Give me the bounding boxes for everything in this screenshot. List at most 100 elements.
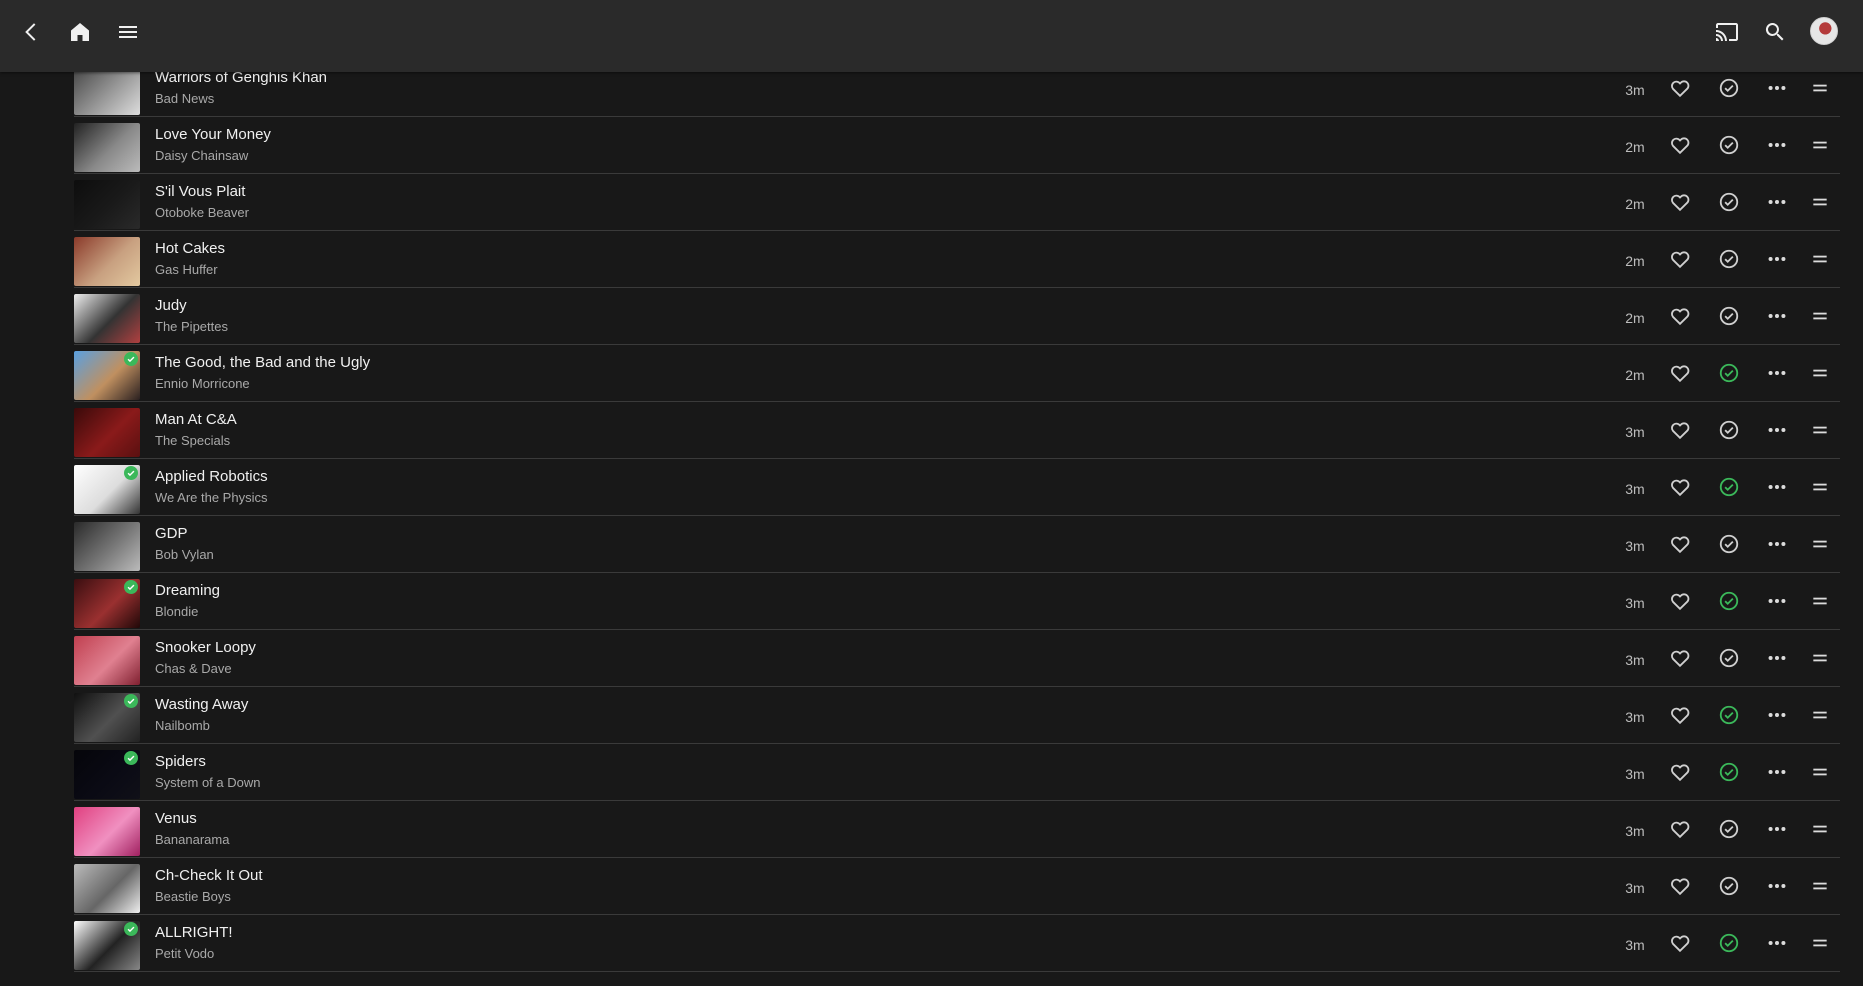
track-row[interactable]: Ch-Check It Out Beastie Boys 3m: [74, 858, 1840, 915]
track-row[interactable]: Spiders System of a Down 3m: [74, 744, 1840, 801]
home-icon[interactable]: [62, 14, 98, 50]
track-artist[interactable]: Chas & Dave: [155, 661, 232, 676]
more-options-icon[interactable]: [1765, 703, 1789, 727]
track-artist[interactable]: The Specials: [155, 433, 230, 448]
more-options-icon[interactable]: [1765, 760, 1789, 784]
favorite-heart-icon[interactable]: [1668, 817, 1692, 841]
mark-played-check-circle-icon[interactable]: [1717, 418, 1741, 442]
favorite-heart-icon[interactable]: [1668, 190, 1692, 214]
favorite-heart-icon[interactable]: [1668, 589, 1692, 613]
track-thumbnail[interactable]: [74, 750, 140, 799]
track-artist[interactable]: Beastie Boys: [155, 889, 231, 904]
more-options-icon[interactable]: [1765, 418, 1789, 442]
track-artist[interactable]: Ennio Morricone: [155, 376, 250, 391]
track-title[interactable]: Wasting Away: [155, 696, 248, 713]
track-title[interactable]: The Good, the Bad and the Ugly: [155, 354, 370, 371]
favorite-heart-icon[interactable]: [1668, 760, 1692, 784]
track-title[interactable]: S'il Vous Plait: [155, 183, 245, 200]
mark-played-check-circle-icon[interactable]: [1717, 76, 1741, 100]
cast-icon[interactable]: [1709, 14, 1745, 50]
drag-handle-icon[interactable]: [1808, 304, 1832, 328]
played-check-circle-icon[interactable]: [1717, 931, 1741, 955]
track-title[interactable]: Judy: [155, 297, 187, 314]
track-row[interactable]: Dreaming Blondie 3m: [74, 573, 1840, 630]
track-thumbnail[interactable]: [74, 636, 140, 685]
track-row[interactable]: Love Your Money Daisy Chainsaw 2m: [74, 117, 1840, 174]
drag-handle-icon[interactable]: [1808, 931, 1832, 955]
played-check-circle-icon[interactable]: [1717, 589, 1741, 613]
more-options-icon[interactable]: [1765, 133, 1789, 157]
track-title[interactable]: Man At C&A: [155, 411, 237, 428]
drag-handle-icon[interactable]: [1808, 475, 1832, 499]
track-title[interactable]: ALLRIGHT!: [155, 924, 233, 941]
menu-icon[interactable]: [110, 14, 146, 50]
mark-played-check-circle-icon[interactable]: [1717, 133, 1741, 157]
more-options-icon[interactable]: [1765, 76, 1789, 100]
drag-handle-icon[interactable]: [1808, 247, 1832, 271]
mark-played-check-circle-icon[interactable]: [1717, 532, 1741, 556]
played-check-circle-icon[interactable]: [1717, 475, 1741, 499]
drag-handle-icon[interactable]: [1808, 646, 1832, 670]
more-options-icon[interactable]: [1765, 532, 1789, 556]
track-thumbnail[interactable]: [74, 180, 140, 229]
track-thumbnail[interactable]: [74, 294, 140, 343]
track-artist[interactable]: Daisy Chainsaw: [155, 148, 248, 163]
track-thumbnail[interactable]: [74, 408, 140, 457]
track-title[interactable]: Applied Robotics: [155, 468, 268, 485]
track-thumbnail[interactable]: [74, 921, 140, 970]
track-row[interactable]: Applied Robotics We Are the Physics 3m: [74, 459, 1840, 516]
track-artist[interactable]: System of a Down: [155, 775, 261, 790]
favorite-heart-icon[interactable]: [1668, 931, 1692, 955]
drag-handle-icon[interactable]: [1808, 532, 1832, 556]
track-artist[interactable]: Nailbomb: [155, 718, 210, 733]
more-options-icon[interactable]: [1765, 817, 1789, 841]
track-title[interactable]: Venus: [155, 810, 197, 827]
track-thumbnail[interactable]: [74, 579, 140, 628]
drag-handle-icon[interactable]: [1808, 133, 1832, 157]
track-artist[interactable]: Bananarama: [155, 832, 229, 847]
track-thumbnail[interactable]: [74, 237, 140, 286]
drag-handle-icon[interactable]: [1808, 589, 1832, 613]
track-row[interactable]: Man At C&A The Specials 3m: [74, 402, 1840, 459]
drag-handle-icon[interactable]: [1808, 703, 1832, 727]
more-options-icon[interactable]: [1765, 190, 1789, 214]
track-artist[interactable]: The Pipettes: [155, 319, 228, 334]
track-thumbnail[interactable]: [74, 465, 140, 514]
track-title[interactable]: Dreaming: [155, 582, 220, 599]
track-thumbnail[interactable]: [74, 522, 140, 571]
avatar[interactable]: [1810, 17, 1838, 45]
favorite-heart-icon[interactable]: [1668, 475, 1692, 499]
drag-handle-icon[interactable]: [1808, 76, 1832, 100]
mark-played-check-circle-icon[interactable]: [1717, 247, 1741, 271]
favorite-heart-icon[interactable]: [1668, 361, 1692, 385]
more-options-icon[interactable]: [1765, 874, 1789, 898]
track-row[interactable]: The Good, the Bad and the Ugly Ennio Morr…: [74, 345, 1840, 402]
track-row[interactable]: GDP Bob Vylan 3m: [74, 516, 1840, 573]
track-row[interactable]: Hot Cakes Gas Huffer 2m: [74, 231, 1840, 288]
mark-played-check-circle-icon[interactable]: [1717, 817, 1741, 841]
mark-played-check-circle-icon[interactable]: [1717, 304, 1741, 328]
search-icon[interactable]: [1757, 14, 1793, 50]
played-check-circle-icon[interactable]: [1717, 760, 1741, 784]
track-artist[interactable]: Otoboke Beaver: [155, 205, 249, 220]
favorite-heart-icon[interactable]: [1668, 874, 1692, 898]
back-icon[interactable]: [14, 14, 50, 50]
more-options-icon[interactable]: [1765, 247, 1789, 271]
favorite-heart-icon[interactable]: [1668, 133, 1692, 157]
track-thumbnail[interactable]: [74, 123, 140, 172]
favorite-heart-icon[interactable]: [1668, 304, 1692, 328]
track-artist[interactable]: Bob Vylan: [155, 547, 214, 562]
favorite-heart-icon[interactable]: [1668, 247, 1692, 271]
drag-handle-icon[interactable]: [1808, 817, 1832, 841]
track-thumbnail[interactable]: [74, 351, 140, 400]
played-check-circle-icon[interactable]: [1717, 361, 1741, 385]
drag-handle-icon[interactable]: [1808, 190, 1832, 214]
track-thumbnail[interactable]: [74, 693, 140, 742]
more-options-icon[interactable]: [1765, 931, 1789, 955]
track-row[interactable]: Wasting Away Nailbomb 3m: [74, 687, 1840, 744]
track-artist[interactable]: Bad News: [155, 91, 214, 106]
more-options-icon[interactable]: [1765, 361, 1789, 385]
more-options-icon[interactable]: [1765, 646, 1789, 670]
track-title[interactable]: Snooker Loopy: [155, 639, 256, 656]
mark-played-check-circle-icon[interactable]: [1717, 874, 1741, 898]
